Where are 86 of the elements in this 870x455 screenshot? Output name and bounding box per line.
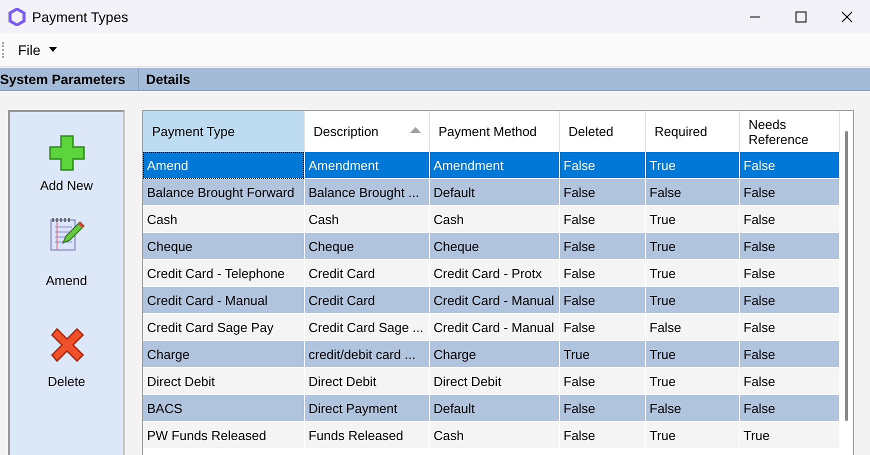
table-cell[interactable]: False bbox=[739, 232, 839, 260]
column-header[interactable]: Payment Method bbox=[429, 111, 559, 152]
column-header[interactable]: Deleted bbox=[559, 111, 645, 152]
column-header[interactable]: Required bbox=[645, 111, 739, 152]
table-cell[interactable]: Default bbox=[429, 394, 559, 422]
table-cell[interactable]: True bbox=[645, 286, 739, 314]
column-header[interactable]: Needs Reference bbox=[739, 111, 839, 152]
table-cell[interactable]: False bbox=[739, 178, 839, 206]
table-cell[interactable]: False bbox=[739, 260, 839, 286]
table-cell[interactable]: Cheque bbox=[143, 232, 304, 260]
table-cell[interactable]: Balance Brought ... bbox=[304, 178, 429, 206]
table-cell[interactable]: BACS bbox=[143, 394, 304, 422]
table-cell[interactable]: True bbox=[645, 232, 739, 260]
window-title: Payment Types bbox=[32, 8, 130, 24]
section-header: Details bbox=[145, 70, 190, 88]
table-cell[interactable]: Credit Card - Manual bbox=[143, 286, 304, 314]
table-cell[interactable]: Cheque bbox=[429, 232, 559, 260]
table-cell[interactable]: False bbox=[739, 340, 839, 368]
action-button[interactable]: Delete bbox=[48, 326, 86, 389]
table-cell[interactable]: Default bbox=[429, 178, 559, 206]
table-cell[interactable]: False bbox=[645, 394, 739, 422]
table-cell[interactable]: Charge bbox=[429, 340, 559, 368]
table-cell[interactable]: Credit Card - Manual bbox=[429, 286, 559, 314]
table-cell[interactable]: False bbox=[739, 394, 839, 422]
table-cell[interactable]: Charge bbox=[143, 340, 304, 368]
scrollbar-thumb[interactable] bbox=[844, 131, 848, 421]
table-cell[interactable]: Direct Debit bbox=[143, 368, 304, 394]
table-cell[interactable]: False bbox=[559, 178, 645, 206]
table-cell[interactable]: Cheque bbox=[304, 232, 429, 260]
maximize-icon bbox=[795, 10, 807, 22]
table-cell[interactable]: True bbox=[645, 206, 739, 232]
menu-item[interactable]: File bbox=[14, 40, 61, 60]
table-cell[interactable]: Cash bbox=[429, 206, 559, 232]
table-cell[interactable]: Cash bbox=[429, 422, 559, 448]
table-cell[interactable]: True bbox=[739, 422, 839, 448]
column-header[interactable]: Payment Type bbox=[143, 111, 304, 152]
caret-icon bbox=[48, 47, 57, 52]
table-cell[interactable]: False bbox=[559, 260, 645, 286]
table-cell[interactable]: Direct Debit bbox=[429, 368, 559, 394]
table-cell[interactable]: Credit Card - Manual bbox=[429, 314, 559, 340]
table-cell[interactable]: Cash bbox=[304, 206, 429, 232]
app-logo-icon bbox=[8, 8, 26, 26]
plus-icon bbox=[48, 134, 86, 172]
table-cell[interactable]: True bbox=[645, 422, 739, 448]
table-cell[interactable]: False bbox=[739, 368, 839, 394]
table-cell[interactable]: Balance Brought Forward bbox=[143, 178, 304, 206]
action-button[interactable]: Add New bbox=[40, 134, 93, 193]
table-cell[interactable]: False bbox=[559, 394, 645, 422]
table-cell[interactable]: False bbox=[739, 286, 839, 314]
table-cell[interactable]: Funds Released bbox=[304, 422, 429, 448]
table-cell[interactable]: True bbox=[645, 340, 739, 368]
table-cell[interactable]: Cash bbox=[143, 206, 304, 232]
table-cell[interactable]: Credit Card bbox=[304, 286, 429, 314]
table-cell[interactable]: False bbox=[559, 422, 645, 448]
table-cell[interactable]: False bbox=[559, 206, 645, 232]
table-cell[interactable]: credit/debit card ... bbox=[304, 340, 429, 368]
table-cell[interactable]: False bbox=[645, 314, 739, 340]
table-cell[interactable]: Credit Card bbox=[304, 260, 429, 286]
action-button[interactable]: Amend bbox=[46, 215, 88, 288]
table-cell[interactable]: False bbox=[559, 368, 645, 394]
table-cell[interactable]: PW Funds Released bbox=[143, 422, 304, 448]
table-cell[interactable]: False bbox=[559, 286, 645, 314]
close-icon bbox=[841, 10, 853, 22]
table-cell[interactable]: True bbox=[645, 260, 739, 286]
table-cell[interactable]: Direct Debit bbox=[304, 368, 429, 394]
table-cell[interactable]: Credit Card - Protx bbox=[429, 260, 559, 286]
table-cell[interactable]: Amendment bbox=[304, 152, 429, 178]
table-cell[interactable]: Credit Card Sage ... bbox=[304, 314, 429, 340]
table-cell[interactable]: True bbox=[645, 368, 739, 394]
table-cell[interactable]: False bbox=[739, 152, 839, 178]
table-cell[interactable]: False bbox=[739, 206, 839, 232]
table-cell[interactable]: False bbox=[559, 232, 645, 260]
table-cell[interactable]: True bbox=[645, 152, 739, 178]
table-cell[interactable]: Credit Card - Telephone bbox=[143, 260, 304, 286]
table-cell[interactable]: True bbox=[559, 340, 645, 368]
table-cell[interactable]: False bbox=[559, 152, 645, 178]
table-cell[interactable]: False bbox=[559, 314, 645, 340]
table-cell[interactable]: False bbox=[645, 178, 739, 206]
table-cell[interactable]: Amend bbox=[143, 152, 304, 178]
table-cell[interactable]: False bbox=[739, 314, 839, 340]
sort-arrow-icon bbox=[410, 127, 420, 133]
table-cell[interactable]: Credit Card Sage Pay bbox=[143, 314, 304, 340]
section-header: System Parameters bbox=[0, 68, 139, 90]
table-cell[interactable]: Direct Payment bbox=[304, 394, 429, 422]
table-cell[interactable]: Amendment bbox=[429, 152, 559, 178]
column-header[interactable]: Description bbox=[304, 111, 429, 152]
